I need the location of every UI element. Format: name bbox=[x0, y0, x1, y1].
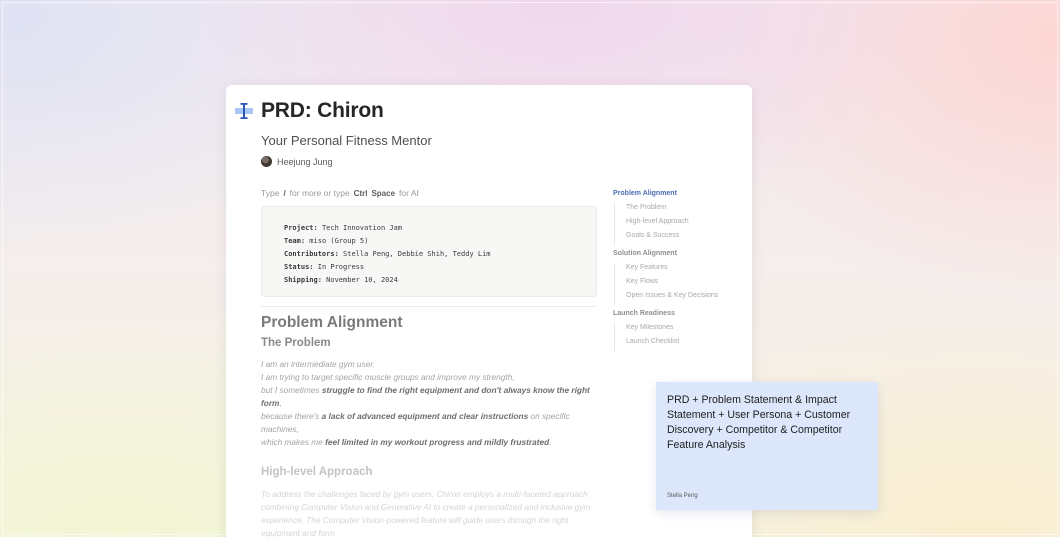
problem-statement-text[interactable]: I am an intermediate gym user. I am tryi… bbox=[261, 358, 591, 449]
toc-item-key-flows[interactable]: Key Flows bbox=[614, 277, 748, 291]
approach-text[interactable]: To address the challenges faced by gym u… bbox=[261, 488, 591, 537]
sticky-note-author: Stella Peng bbox=[667, 493, 698, 499]
page-title[interactable]: PRD: Chiron bbox=[261, 99, 384, 123]
subheading-high-level-approach[interactable]: High-level Approach bbox=[261, 466, 372, 478]
toc-item-key-features[interactable]: Key Features bbox=[614, 263, 748, 277]
toc-group-solution-alignment[interactable]: Solution Alignment bbox=[613, 249, 748, 263]
hint-prefix: Type bbox=[261, 188, 280, 198]
table-of-contents: Problem Alignment The Problem High-level… bbox=[613, 189, 748, 351]
editor-placeholder-hint[interactable]: Type / for more or type Ctrl Space for A… bbox=[261, 188, 419, 198]
hint-suffix: for AI bbox=[399, 188, 419, 198]
hint-key-ctrl: Ctrl bbox=[353, 188, 368, 198]
hint-key-space: Space bbox=[371, 188, 396, 198]
sticky-note-text: PRD + Problem Statement & Impact Stateme… bbox=[667, 394, 851, 451]
toc-item-the-problem[interactable]: The Problem bbox=[614, 203, 748, 217]
title-row: PRD: Chiron bbox=[234, 99, 384, 123]
toc-item-high-level-approach[interactable]: High-level Approach bbox=[614, 217, 748, 231]
hint-middle: for more or type bbox=[289, 188, 350, 198]
text-cursor-icon bbox=[234, 101, 254, 121]
section-heading-problem-alignment[interactable]: Problem Alignment bbox=[261, 314, 403, 332]
metadata-code-block[interactable]: Project: Tech Innovation Jam Team: miso … bbox=[261, 206, 597, 297]
divider bbox=[261, 306, 597, 307]
toc-group-problem-alignment[interactable]: Problem Alignment bbox=[613, 189, 748, 203]
meta-line: Project: Tech Innovation Jam bbox=[284, 224, 403, 232]
toc-item-key-milestones[interactable]: Key Milestones bbox=[614, 323, 748, 337]
toc-group-launch-readiness[interactable]: Launch Readiness bbox=[613, 309, 748, 323]
sticky-note[interactable]: PRD + Problem Statement & Impact Stateme… bbox=[656, 382, 878, 510]
avatar bbox=[261, 156, 272, 167]
page-subtitle[interactable]: Your Personal Fitness Mentor bbox=[261, 133, 432, 148]
toc-item-open-issues[interactable]: Open Issues & Key Decisions bbox=[614, 291, 748, 305]
author-row[interactable]: Heejung Jung bbox=[261, 156, 333, 167]
meta-line: Contributors: Stella Peng, Debbie Shih, … bbox=[284, 250, 491, 258]
author-name: Heejung Jung bbox=[277, 156, 333, 167]
subheading-the-problem[interactable]: The Problem bbox=[261, 337, 331, 349]
meta-line: Team: miso (Group 5) bbox=[284, 237, 369, 245]
hint-slash: / bbox=[283, 188, 286, 198]
meta-line: Shipping: November 10, 2024 bbox=[284, 276, 398, 284]
meta-line: Status: In Progress bbox=[284, 263, 365, 271]
toc-item-launch-checklist[interactable]: Launch Checklist bbox=[614, 337, 748, 351]
toc-item-goals-success[interactable]: Goals & Success bbox=[614, 231, 748, 245]
